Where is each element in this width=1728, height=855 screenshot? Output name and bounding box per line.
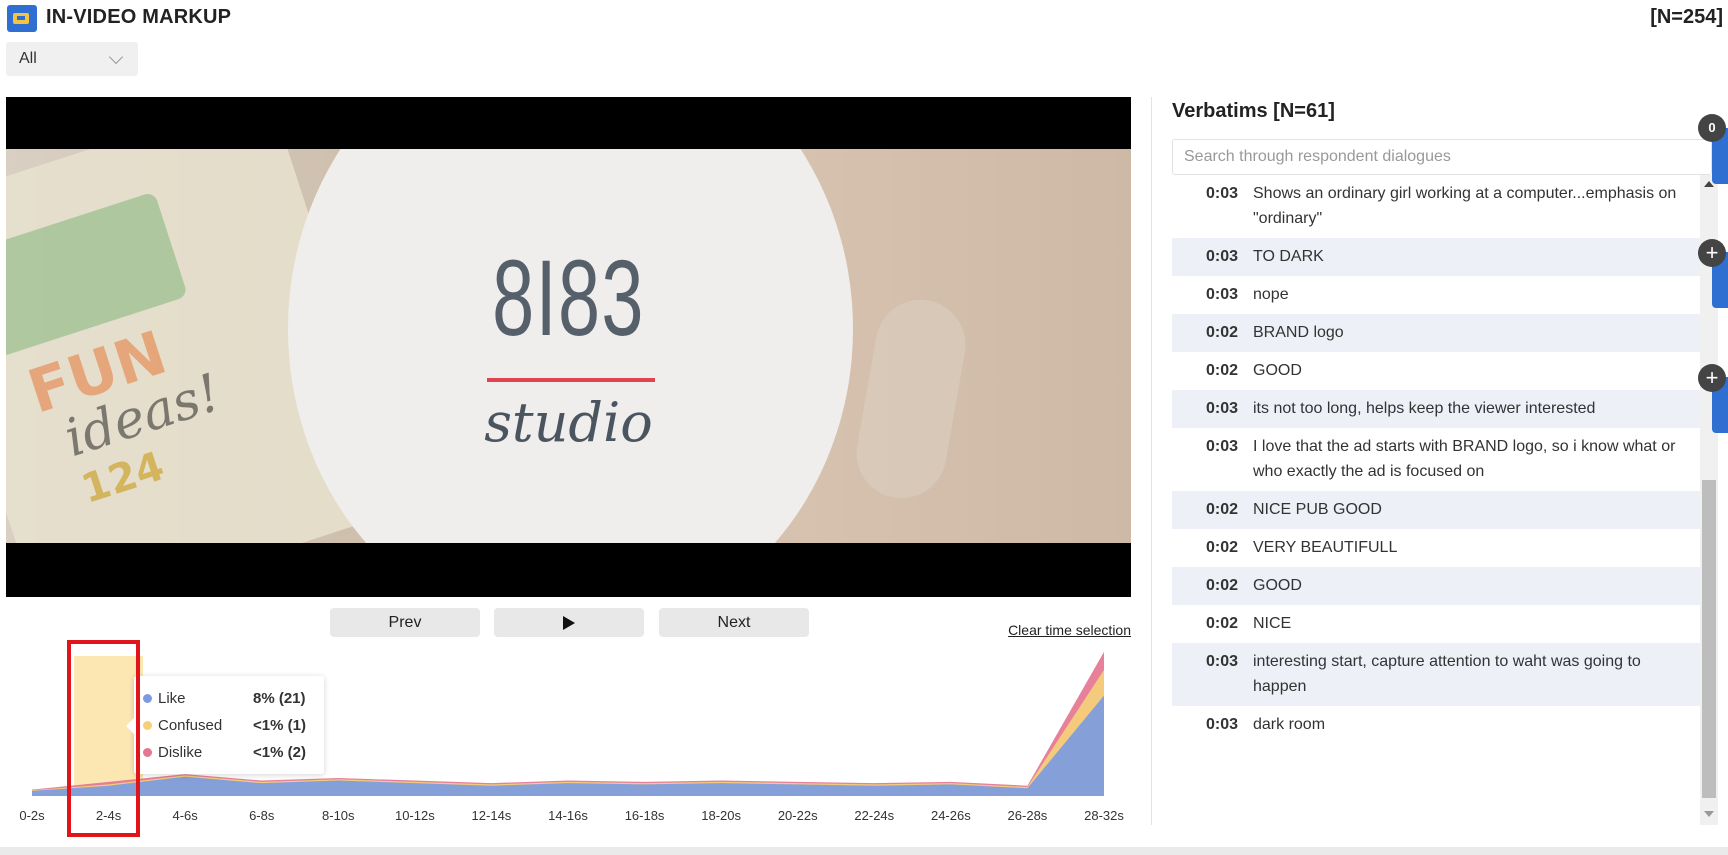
x-tick-label[interactable]: 4-6s [172,808,198,823]
video-frame: FUN ideas! 124 8I83 studio [6,149,1131,543]
selected-time-highlight [67,640,140,837]
video-player[interactable]: FUN ideas! 124 8I83 studio [6,97,1131,597]
verbatim-text: dark room [1253,716,1326,733]
tooltip-row-like: Like 8% (21) [134,688,324,708]
tooltip-value: <1% (1) [253,717,306,734]
panel-divider [1151,97,1152,825]
brand-logo-subtitle: studio [484,391,653,454]
side-count-badge[interactable]: 0 [1698,114,1726,142]
bottom-bar [0,847,1728,855]
verbatim-text: GOOD [1253,577,1302,594]
verbatim-time: 0:02 [1206,324,1239,341]
verbatim-time: 0:03 [1206,438,1239,455]
clear-time-selection-link[interactable]: Clear time selection [1008,622,1131,638]
verbatim-row[interactable]: 0:03 Shows an ordinary girl working at a … [1172,175,1700,238]
x-tick-label[interactable]: 14-16s [548,808,588,823]
verbatim-row[interactable]: 0:03 its not too long, helps keep the vie… [1172,390,1700,428]
verbatim-text: I love that the ad starts with BRAND log… [1253,438,1676,480]
verbatim-row[interactable]: 0:03 I love that the ad starts with BRAND… [1172,428,1700,491]
dislike-dot-icon [143,748,152,757]
verbatim-text: VERY BEAUTIFULL [1253,539,1398,556]
verbatim-time: 0:03 [1206,286,1239,303]
chart-tooltip: Like 8% (21) Confused <1% (1) Dislike <1… [126,676,324,774]
x-tick-label[interactable]: 20-22s [778,808,818,823]
verbatim-text: its not too long, helps keep the viewer … [1253,400,1596,417]
x-tick-label[interactable]: 28-32s [1084,808,1124,823]
verbatim-time: 0:02 [1206,577,1239,594]
verbatim-text: interesting start, capture attention to … [1253,653,1641,695]
verbatim-row[interactable]: 0:02 GOOD [1172,567,1700,605]
verbatim-time: 0:03 [1206,185,1239,202]
x-tick-label[interactable]: 16-18s [625,808,665,823]
x-tick-label[interactable]: 24-26s [931,808,971,823]
verbatim-row[interactable]: 0:03 nope [1172,276,1700,314]
header: IN-VIDEO MARKUP [N=254] [0,0,1728,36]
verbatim-row[interactable]: 0:03 interesting start, capture attention… [1172,643,1700,706]
x-tick-label[interactable]: 10-12s [395,808,435,823]
verbatim-time: 0:03 [1206,400,1239,417]
verbatim-time: 0:03 [1206,716,1239,733]
brand-logo-underline [487,378,655,382]
verbatim-search-input[interactable] [1172,139,1712,175]
verbatim-time: 0:03 [1206,248,1239,265]
verbatim-row[interactable]: 0:02 NICE PUB GOOD [1172,491,1700,529]
add-icon[interactable]: + [1698,239,1726,267]
scroll-down-icon[interactable] [1704,811,1714,817]
verbatim-row[interactable]: 0:02 NICE [1172,605,1700,643]
verbatim-row[interactable]: 0:03 dark room [1172,706,1700,744]
verbatim-list[interactable]: 0:03 Shows an ordinary girl working at a … [1172,175,1700,825]
verbatim-time: 0:02 [1206,539,1239,556]
verbatim-text: BRAND logo [1253,324,1344,341]
play-icon [563,615,575,630]
verbatim-text: Shows an ordinary girl working at a comp… [1253,185,1677,227]
x-tick-label[interactable]: 22-24s [854,808,894,823]
verbatim-row[interactable]: 0:02 BRAND logo [1172,314,1700,352]
add-icon[interactable]: + [1698,364,1726,392]
verbatim-text: NICE [1253,615,1292,632]
x-tick-label[interactable]: 0-2s [19,808,45,823]
tooltip-row-confused: Confused <1% (1) [134,715,324,735]
verbatim-text: TO DARK [1253,248,1324,265]
prev-button[interactable]: Prev [330,608,480,637]
tooltip-row-dislike: Dislike <1% (2) [134,742,324,762]
verbatim-text: GOOD [1253,362,1302,379]
total-respondents-count: [N=254] [1650,6,1723,28]
verbatim-row[interactable]: 0:02 GOOD [1172,352,1700,390]
tooltip-label: Like [158,690,186,707]
page-title: IN-VIDEO MARKUP [46,6,232,28]
verbatim-time: 0:02 [1206,501,1239,518]
verbatim-row[interactable]: 0:02 VERY BEAUTIFULL [1172,529,1700,567]
tooltip-value: 8% (21) [253,690,306,707]
next-button[interactable]: Next [659,608,809,637]
x-tick-label[interactable]: 12-14s [472,808,512,823]
brand-logo-number: 8I83 [492,237,645,358]
verbatim-text: nope [1253,286,1289,303]
tooltip-label: Dislike [158,744,203,761]
tooltip-label: Confused [158,717,223,734]
verbatims-title: Verbatims [N=61] [1172,100,1335,122]
chevron-down-icon [108,49,124,65]
scroll-thumb[interactable] [1702,480,1716,798]
x-tick-label[interactable]: 8-10s [322,808,355,823]
x-tick-label[interactable]: 18-20s [701,808,741,823]
segment-filter-dropdown[interactable]: All [6,42,138,76]
filter-selected-value: All [19,50,37,67]
like-dot-icon [143,694,152,703]
verbatim-text: NICE PUB GOOD [1253,501,1382,518]
play-button[interactable] [494,608,644,637]
verbatim-time: 0:02 [1206,362,1239,379]
verbatim-time: 0:03 [1206,653,1239,670]
video-markup-icon [7,5,37,32]
x-tick-label[interactable]: 26-28s [1008,808,1048,823]
confused-dot-icon [143,721,152,730]
x-tick-label[interactable]: 6-8s [249,808,275,823]
verbatim-row[interactable]: 0:03 TO DARK [1172,238,1700,276]
tooltip-value: <1% (2) [253,744,306,761]
verbatim-time: 0:02 [1206,615,1239,632]
